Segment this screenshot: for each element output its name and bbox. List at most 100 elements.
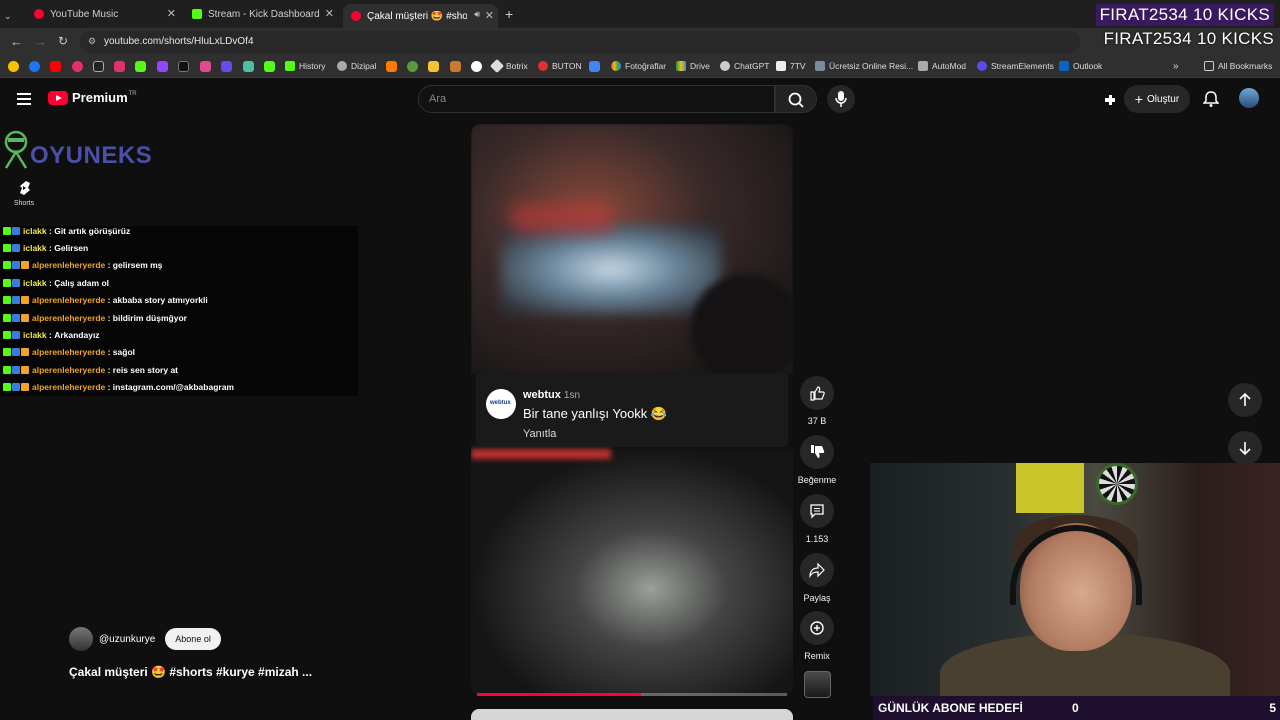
- channel-name[interactable]: @uzunkurye: [99, 634, 155, 645]
- facebook-icon[interactable]: [29, 61, 40, 72]
- youtube-icon[interactable]: [50, 61, 61, 72]
- close-icon[interactable]: ✕: [325, 7, 334, 20]
- bookmark-photos[interactable]: Fotoğraflar: [611, 61, 666, 71]
- like-button[interactable]: 37 B: [797, 376, 837, 426]
- search-input[interactable]: Ara: [418, 85, 775, 113]
- chat-username[interactable]: alperenleheryerde: [32, 313, 105, 323]
- kick-badge-icon: [3, 330, 11, 339]
- dislike-button[interactable]: Beğenme: [797, 435, 837, 485]
- extension-icon[interactable]: [243, 61, 254, 72]
- bookmark-dizipal[interactable]: Dizipal: [337, 61, 377, 71]
- chat-username[interactable]: iclakk: [23, 278, 47, 288]
- tab-youtube-music[interactable]: YouTube Music ✕: [26, 4, 180, 24]
- commenter-name[interactable]: webtux 1sn: [523, 389, 580, 401]
- close-icon[interactable]: ✕: [485, 9, 494, 22]
- forward-icon[interactable]: →: [34, 34, 47, 49]
- tab-kick-dashboard[interactable]: Stream - Kick Dashboard ✕: [184, 4, 338, 24]
- chat-username[interactable]: iclakk: [23, 226, 47, 236]
- brand-text: OYUNEKS: [30, 142, 153, 169]
- bookmark-history[interactable]: History: [285, 61, 325, 71]
- chat-username[interactable]: alperenleheryerde: [32, 347, 105, 357]
- bookmark-drive[interactable]: Drive: [676, 61, 710, 71]
- remix-button[interactable]: Remix: [797, 611, 837, 661]
- create-button[interactable]: + Oluştur: [1124, 85, 1190, 113]
- chat-text: : Gelirsen: [46, 242, 89, 253]
- gift-badge-icon: [21, 313, 29, 322]
- kick-icon[interactable]: [135, 61, 146, 72]
- extension-icon[interactable]: [428, 61, 439, 72]
- bookmark-streamelements[interactable]: StreamElements: [977, 61, 1054, 71]
- extension-icon[interactable]: [1102, 92, 1118, 108]
- dislike-label: Beğenme: [797, 475, 837, 485]
- bookmark-botrix[interactable]: Botrix: [489, 58, 528, 74]
- youtube-logo[interactable]: Premium TR: [48, 90, 137, 105]
- video-blur-region: [511, 204, 611, 234]
- subscribe-button[interactable]: Abone ol: [165, 628, 221, 650]
- sidebar-item-shorts[interactable]: Shorts: [6, 180, 42, 207]
- commenter-avatar[interactable]: webtux: [486, 389, 516, 419]
- close-icon[interactable]: ✕: [167, 7, 176, 20]
- chat-message: alperenleheryerde : akbaba story atmıyor…: [0, 292, 208, 309]
- sound-source-thumbnail[interactable]: [804, 671, 831, 698]
- bookmark-7tv[interactable]: 7TV: [776, 61, 806, 71]
- share-label: Paylaş: [803, 593, 831, 603]
- notifications-bell-icon[interactable]: [1203, 90, 1219, 108]
- account-avatar[interactable]: [1239, 88, 1259, 108]
- next-short-button[interactable]: [1228, 431, 1262, 465]
- webcam-poster: [1016, 463, 1084, 513]
- all-bookmarks[interactable]: All Bookmarks: [1204, 61, 1272, 71]
- comment-card[interactable]: webtux webtux 1sn Bir tane yanlışı Yookk …: [476, 373, 788, 447]
- bookmark-icon[interactable]: [8, 61, 19, 72]
- reply-button[interactable]: Yanıtla: [523, 428, 556, 440]
- bookmark-outlook[interactable]: Outlook: [1059, 61, 1102, 71]
- menu-icon[interactable]: [17, 93, 31, 105]
- site-info-icon[interactable]: ⚙: [88, 36, 96, 47]
- user-badges: [3, 330, 20, 339]
- bookmark-automod[interactable]: AutoMod: [918, 61, 966, 71]
- chat-username[interactable]: alperenleheryerde: [32, 365, 105, 375]
- speaker-icon[interactable]: 🔊︎: [474, 9, 480, 20]
- more-bookmarks-icon[interactable]: »: [1173, 61, 1179, 72]
- chat-username[interactable]: alperenleheryerde: [32, 295, 105, 305]
- bookmark-resize[interactable]: Ücretsiz Online Resi...: [815, 61, 913, 71]
- extension-icon[interactable]: [386, 61, 397, 72]
- subscriber-badge-icon: [12, 330, 20, 339]
- tab-current-short[interactable]: Çakal müşteri 🤩 #shorts # 🔊︎ ✕: [343, 4, 498, 28]
- tab-search-button[interactable]: ⌄: [4, 6, 22, 26]
- gmail-icon[interactable]: [589, 61, 600, 72]
- extension-icon[interactable]: [407, 61, 418, 72]
- reload-icon[interactable]: ↻: [58, 34, 68, 48]
- extension-icon[interactable]: [200, 61, 211, 72]
- kick-badge-icon: [3, 383, 11, 392]
- x-icon[interactable]: [93, 61, 104, 72]
- bookmark-buton[interactable]: BUTON: [538, 61, 582, 71]
- search-icon: [788, 92, 804, 108]
- short-title[interactable]: Çakal müşteri 🤩 #shorts #kurye #mizah ..…: [69, 665, 312, 679]
- share-button[interactable]: Paylaş: [797, 553, 837, 603]
- next-short-preview[interactable]: [471, 709, 793, 720]
- comments-button[interactable]: 1.153: [797, 494, 837, 544]
- new-tab-button[interactable]: +: [505, 4, 519, 24]
- tiktok-icon[interactable]: [178, 61, 189, 72]
- instagram-icon[interactable]: [72, 61, 83, 72]
- extension-icon[interactable]: [450, 61, 461, 72]
- kick-icon[interactable]: [264, 61, 275, 72]
- chat-username[interactable]: alperenleheryerde: [32, 382, 105, 392]
- voice-search-button[interactable]: [827, 85, 855, 113]
- logo-text: Premium: [72, 90, 128, 105]
- extension-icon[interactable]: [221, 61, 232, 72]
- channel-avatar[interactable]: [69, 627, 93, 651]
- bookmark-chatgpt[interactable]: ChatGPT: [720, 61, 769, 71]
- remix-icon: [810, 621, 824, 635]
- twitch-icon[interactable]: [157, 61, 168, 72]
- instagram-icon[interactable]: [114, 61, 125, 72]
- previous-short-button[interactable]: [1228, 383, 1262, 417]
- search-button[interactable]: [775, 85, 817, 113]
- chat-username[interactable]: iclakk: [23, 243, 47, 253]
- back-icon[interactable]: ←: [10, 34, 23, 49]
- address-bar[interactable]: ⚙ youtube.com/shorts/HluLxLDvOf4: [80, 31, 1080, 53]
- chat-username[interactable]: iclakk: [23, 330, 47, 340]
- extension-icon[interactable]: [471, 61, 482, 72]
- chat-username[interactable]: alperenleheryerde: [32, 260, 105, 270]
- comment-text: Bir tane yanlışı Yookk 😂: [523, 406, 668, 421]
